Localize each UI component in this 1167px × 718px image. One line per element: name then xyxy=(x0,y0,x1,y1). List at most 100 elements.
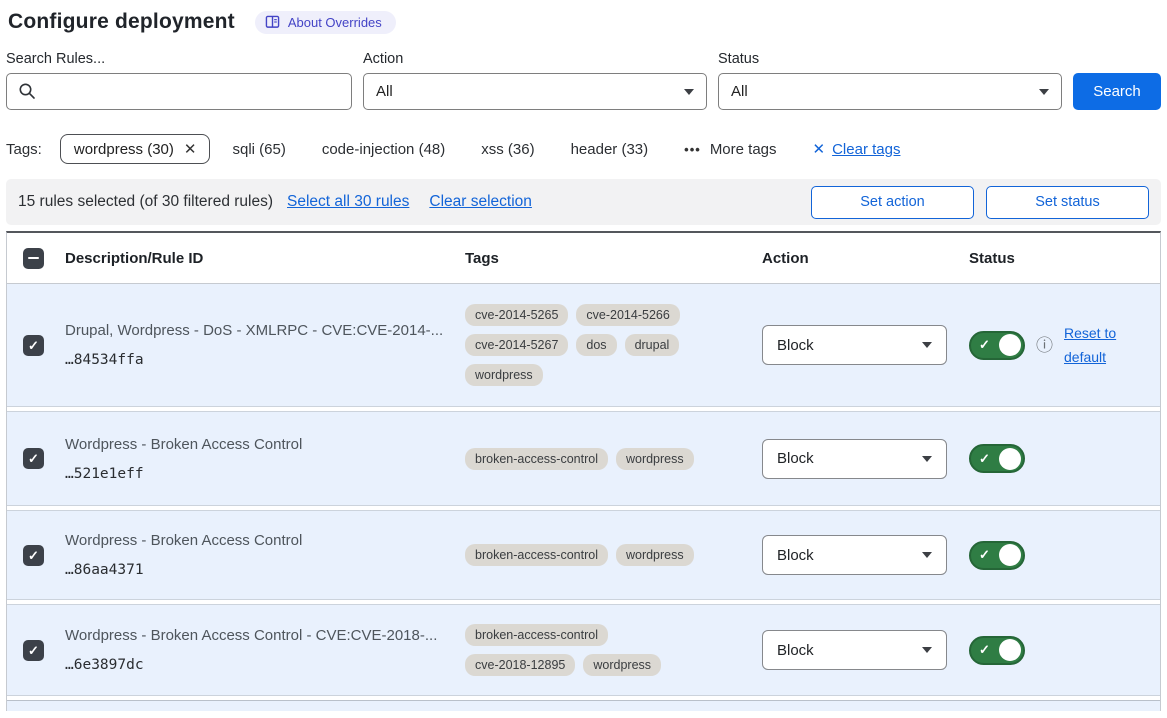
rule-tags-cell: broken-access-control cve-2018-12895 wor… xyxy=(465,614,717,686)
tag-pill: cve-2014-5266 xyxy=(576,304,679,326)
selection-bar: 15 rules selected (of 30 filtered rules)… xyxy=(6,179,1161,225)
column-header-description: Description/Rule ID xyxy=(63,250,465,267)
tag-filter-sqli[interactable]: sqli (65) xyxy=(232,141,285,158)
row-checkbox[interactable]: ✓ xyxy=(23,640,44,661)
rule-description-cell: Wordpress - Broken Access Control …86aa4… xyxy=(63,522,465,588)
table-row: ✓ Drupal, Wordpress - DoS - XMLRPC - CVE… xyxy=(7,284,1160,407)
action-select-value: Block xyxy=(777,337,814,354)
status-toggle[interactable]: ✓ xyxy=(969,331,1025,360)
search-rules-label: Search Rules... xyxy=(6,51,352,67)
tag-pill: wordpress xyxy=(583,654,661,676)
rule-id: …86aa4371 xyxy=(65,562,455,578)
rule-id: …6e3897dc xyxy=(65,657,455,673)
set-status-button[interactable]: Set status xyxy=(986,186,1149,219)
rule-action-cell: Block xyxy=(762,630,969,670)
rule-tags-cell: broken-access-control wordpress xyxy=(465,534,717,576)
action-select[interactable]: Block xyxy=(762,325,947,365)
selection-summary: 15 rules selected (of 30 filtered rules) xyxy=(18,193,273,211)
reset-to-default-link[interactable]: Reset to default xyxy=(1064,321,1128,370)
info-icon[interactable]: ⓘ xyxy=(1036,337,1053,354)
remove-tag-icon[interactable]: ✕ xyxy=(184,140,197,158)
indeterminate-dash-icon xyxy=(28,257,39,260)
filters-bar: Search Rules... Action All Status xyxy=(6,51,1161,110)
tag-pill: wordpress xyxy=(616,544,694,566)
tags-label: Tags: xyxy=(6,141,42,158)
column-header-tags: Tags xyxy=(465,250,762,267)
action-select-value: Block xyxy=(777,547,814,564)
row-checkbox[interactable]: ✓ xyxy=(23,335,44,356)
chevron-down-icon xyxy=(684,89,694,95)
action-select[interactable]: Block xyxy=(762,535,947,575)
configure-deployment-page: Configure deployment About Overrides Sea… xyxy=(0,0,1167,711)
table-header-row: Description/Rule ID Tags Action Status xyxy=(7,233,1160,284)
action-filter-group: Action All xyxy=(363,51,707,110)
action-select-value: Block xyxy=(777,642,814,659)
check-icon: ✓ xyxy=(979,642,990,658)
check-icon: ✓ xyxy=(979,451,990,467)
rule-description-cell: Drupal, Wordpress - DoS - XMLRPC - CVE:C… xyxy=(63,312,465,378)
select-all-checkbox[interactable] xyxy=(23,248,44,269)
action-filter-select[interactable]: All xyxy=(363,73,707,110)
status-filter-group: Status All xyxy=(718,51,1062,110)
rule-description-cell: Wordpress - Broken Access Control …521e1… xyxy=(63,426,465,492)
search-button[interactable]: Search xyxy=(1073,73,1161,110)
rule-status-cell: ✓ xyxy=(969,444,1160,473)
row-checkbox[interactable]: ✓ xyxy=(23,448,44,469)
check-icon: ✓ xyxy=(28,452,39,465)
about-overrides-badge[interactable]: About Overrides xyxy=(255,11,396,34)
select-all-rules-link[interactable]: Select all 30 rules xyxy=(287,193,409,211)
partial-next-row xyxy=(7,700,1160,711)
row-checkbox[interactable]: ✓ xyxy=(23,545,44,566)
rule-tags-cell: cve-2014-5265 cve-2014-5266 cve-2014-526… xyxy=(465,294,717,396)
selected-tag-wordpress[interactable]: wordpress (30) ✕ xyxy=(60,134,211,164)
action-filter-label: Action xyxy=(363,51,707,67)
tag-pill: cve-2018-12895 xyxy=(465,654,575,676)
toggle-knob xyxy=(999,639,1021,661)
tag-pill: broken-access-control xyxy=(465,448,608,470)
action-select[interactable]: Block xyxy=(762,439,947,479)
action-select[interactable]: Block xyxy=(762,630,947,670)
rule-description-cell: Wordpress - Broken Access Control - CVE:… xyxy=(63,617,465,683)
rule-description: Wordpress - Broken Access Control - CVE:… xyxy=(65,627,455,644)
rule-tags-cell: broken-access-control wordpress xyxy=(465,438,717,480)
page-title: Configure deployment xyxy=(8,10,235,34)
page-header: Configure deployment About Overrides xyxy=(6,10,1161,34)
action-filter-value: All xyxy=(376,83,393,100)
tag-filter-xss[interactable]: xss (36) xyxy=(481,141,534,158)
tag-pill: cve-2014-5267 xyxy=(465,334,568,356)
toggle-knob xyxy=(999,334,1021,356)
status-filter-label: Status xyxy=(718,51,1062,67)
status-toggle[interactable]: ✓ xyxy=(969,444,1025,473)
rule-status-cell: ✓ xyxy=(969,541,1160,570)
rule-status-cell: ✓ xyxy=(969,636,1160,665)
status-toggle[interactable]: ✓ xyxy=(969,636,1025,665)
tag-filter-code-injection[interactable]: code-injection (48) xyxy=(322,141,445,158)
ellipsis-icon: ••• xyxy=(684,142,701,157)
chevron-down-icon xyxy=(1039,89,1049,95)
rule-action-cell: Block xyxy=(762,439,969,479)
set-action-button[interactable]: Set action xyxy=(811,186,974,219)
table-row: ✓ Wordpress - Broken Access Control - CV… xyxy=(7,604,1160,696)
chevron-down-icon xyxy=(922,456,932,462)
tag-pill: broken-access-control xyxy=(465,544,608,566)
status-filter-select[interactable]: All xyxy=(718,73,1062,110)
clear-selection-link[interactable]: Clear selection xyxy=(429,193,532,211)
rules-table: Description/Rule ID Tags Action Status ✓… xyxy=(6,231,1161,711)
clear-tags-link[interactable]: ✕ Clear tags xyxy=(813,140,901,158)
check-icon: ✓ xyxy=(979,337,990,353)
table-row: ✓ Wordpress - Broken Access Control …86a… xyxy=(7,510,1160,600)
tag-pill: cve-2014-5265 xyxy=(465,304,568,326)
tags-bar: Tags: wordpress (30) ✕ sqli (65) code-in… xyxy=(6,134,1161,164)
status-toggle[interactable]: ✓ xyxy=(969,541,1025,570)
book-icon xyxy=(265,15,280,29)
toggle-knob xyxy=(999,448,1021,470)
chevron-down-icon xyxy=(922,552,932,558)
search-rules-group: Search Rules... xyxy=(6,51,352,110)
about-overrides-label: About Overrides xyxy=(288,15,382,30)
search-rules-input[interactable] xyxy=(6,73,352,110)
clear-tags-label: Clear tags xyxy=(832,141,900,158)
tag-filter-header[interactable]: header (33) xyxy=(571,141,649,158)
rule-action-cell: Block xyxy=(762,325,969,365)
more-tags-button[interactable]: ••• More tags xyxy=(684,141,776,158)
clear-tags-x-icon: ✕ xyxy=(813,140,826,158)
